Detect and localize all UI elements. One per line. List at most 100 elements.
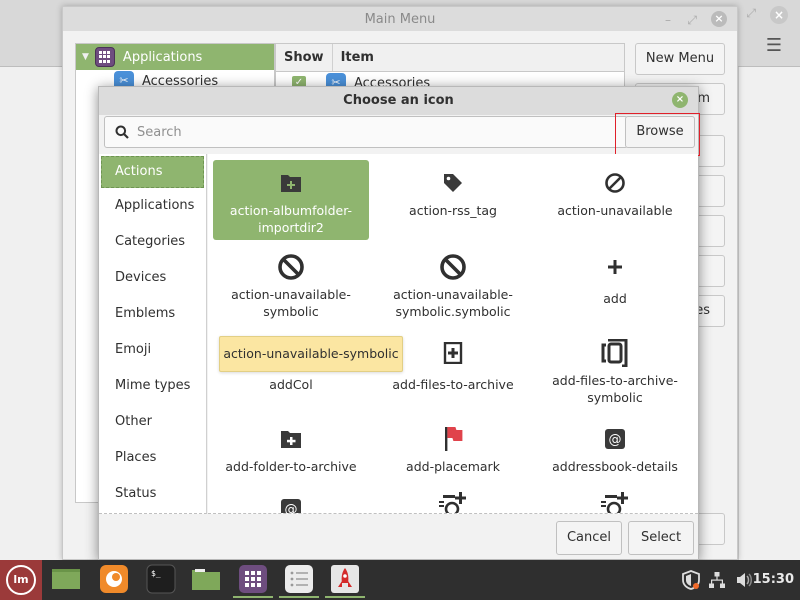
tree-item-label: Applications [122, 49, 203, 65]
icon-cell[interactable]: add-folder-to-archive [213, 420, 369, 475]
close-icon[interactable]: × [711, 11, 727, 27]
search-box[interactable] [104, 116, 628, 148]
divider [738, 67, 739, 560]
icon-cell[interactable]: action-rss_tag [375, 160, 531, 219]
category-places[interactable]: Places [99, 440, 206, 476]
icon-cell[interactable] [537, 490, 693, 513]
taskbar-terminal[interactable]: $_ [145, 564, 177, 594]
volume-icon[interactable] [735, 560, 753, 600]
category-emoji[interactable]: Emoji [99, 332, 206, 368]
browse-button[interactable]: Browse [625, 116, 695, 148]
maximize-icon[interactable]: ⤢ [746, 6, 756, 21]
tag-icon [375, 168, 531, 198]
new-menu-button[interactable]: New Menu [635, 43, 725, 75]
clock[interactable]: 15:30 [753, 560, 794, 600]
svg-text:$_: $_ [151, 569, 161, 578]
dialog-titlebar: Choose an icon × [99, 87, 698, 115]
applications-grid-icon [94, 47, 115, 67]
icon-label: add-placemark [406, 459, 500, 474]
list-header: Show Item [276, 44, 624, 72]
icon-label: symbolic [587, 390, 643, 405]
taskbar-main-menu[interactable] [233, 564, 273, 598]
icon-label: add-files-to-archive [392, 377, 514, 392]
tooltip: action-unavailable-symbolic [219, 336, 403, 372]
icon-cell[interactable]: add-files-to-archive- symbolic [537, 334, 693, 406]
category-devices[interactable]: Devices [99, 260, 206, 296]
category-actions[interactable]: Actions [101, 156, 204, 188]
icon-label: add-files-to-archive- [552, 373, 678, 388]
taskbar-text-editor[interactable] [279, 564, 319, 598]
applications-grid-icon [239, 565, 267, 593]
icon-cell[interactable]: @ [213, 494, 369, 515]
linux-mint-logo-icon: lm [6, 565, 36, 595]
taskbar-rocket-app[interactable] [325, 564, 365, 598]
choose-icon-dialog: Choose an icon × Browse Actions Applicat… [98, 86, 700, 560]
icon-label: action-albumfolder- [229, 203, 353, 218]
unavailable-icon [537, 168, 693, 198]
folder-icon [192, 569, 220, 590]
taskbar-files[interactable] [190, 564, 222, 594]
icon-label: action-unavailable [557, 203, 673, 218]
category-mime-types[interactable]: Mime types [99, 368, 206, 404]
category-status[interactable]: Status [99, 476, 206, 512]
category-other[interactable]: Other [99, 404, 206, 440]
icon-label: importdir2 [258, 220, 324, 235]
dialog-title: Choose an icon [343, 93, 454, 108]
tree-item-applications[interactable]: ▼ Applications [76, 44, 274, 70]
minimize-icon[interactable]: – [665, 7, 671, 33]
search-icon [115, 125, 129, 139]
icon-label: add-folder-to-archive [225, 459, 357, 474]
list-icon [285, 565, 313, 593]
flag-icon [375, 424, 531, 454]
icon-cell[interactable]: add [537, 248, 693, 307]
icon-grid: action-albumfolder- importdir2 action-rs… [208, 154, 698, 514]
start-menu-button[interactable]: lm [0, 560, 42, 600]
icon-cell[interactable]: @ addressbook-details [537, 420, 693, 475]
icon-label: symbolic.symbolic [395, 304, 511, 319]
taskbar-firefox[interactable] [98, 564, 130, 594]
icon-label: action-unavailable- [393, 287, 513, 302]
column-show[interactable]: Show [276, 44, 333, 71]
shield-update-icon[interactable] [681, 560, 701, 600]
at-sign-icon: @ [213, 494, 369, 515]
unavailable-bold-icon [213, 252, 369, 282]
cancel-button[interactable]: Cancel [556, 521, 622, 555]
column-item[interactable]: Item [333, 44, 624, 71]
icon-label: addCol [269, 377, 313, 392]
icon-cell[interactable]: action-unavailable- symbolic.symbolic [375, 248, 531, 320]
svg-text:@: @ [285, 503, 298, 515]
maximize-icon[interactable]: ⤢ [687, 7, 697, 33]
rocket-icon [331, 565, 359, 593]
plus-icon [537, 252, 693, 282]
archive-icon [537, 338, 693, 368]
category-categories[interactable]: Categories [99, 224, 206, 260]
icon-label: symbolic [263, 304, 319, 319]
expander-down-icon[interactable]: ▼ [82, 52, 89, 62]
icon-cell[interactable]: add-placemark [375, 420, 531, 475]
network-icon[interactable] [708, 560, 726, 600]
category-list: Actions Applications Categories Devices … [99, 154, 207, 514]
category-emblems[interactable]: Emblems [99, 296, 206, 332]
icon-cell[interactable]: action-unavailable- symbolic [213, 248, 369, 320]
taskbar-show-desktop[interactable] [50, 564, 82, 594]
desktop-icon [52, 569, 80, 589]
icon-cell[interactable] [375, 490, 531, 513]
contact-add-icon [375, 490, 531, 513]
firefox-icon [100, 565, 128, 593]
unavailable-bold-icon [375, 252, 531, 282]
search-input[interactable] [137, 124, 537, 140]
hamburger-icon[interactable]: ☰ [766, 35, 782, 56]
close-icon[interactable]: × [770, 6, 788, 24]
icon-label: action-rss_tag [409, 203, 497, 218]
icon-cell[interactable]: action-unavailable [537, 160, 693, 219]
select-button[interactable]: Select [628, 521, 694, 555]
main-menu-titlebar: Main Menu – ⤢ × [63, 7, 737, 31]
icon-label: addressbook-details [552, 459, 678, 474]
close-icon[interactable]: × [672, 92, 688, 108]
folder-plus-icon [213, 424, 369, 454]
folder-plus-icon [213, 168, 369, 198]
category-applications[interactable]: Applications [99, 188, 206, 224]
icon-cell[interactable]: action-albumfolder- importdir2 [213, 160, 369, 240]
icon-label: add [603, 291, 627, 306]
terminal-icon: $_ [146, 564, 176, 594]
